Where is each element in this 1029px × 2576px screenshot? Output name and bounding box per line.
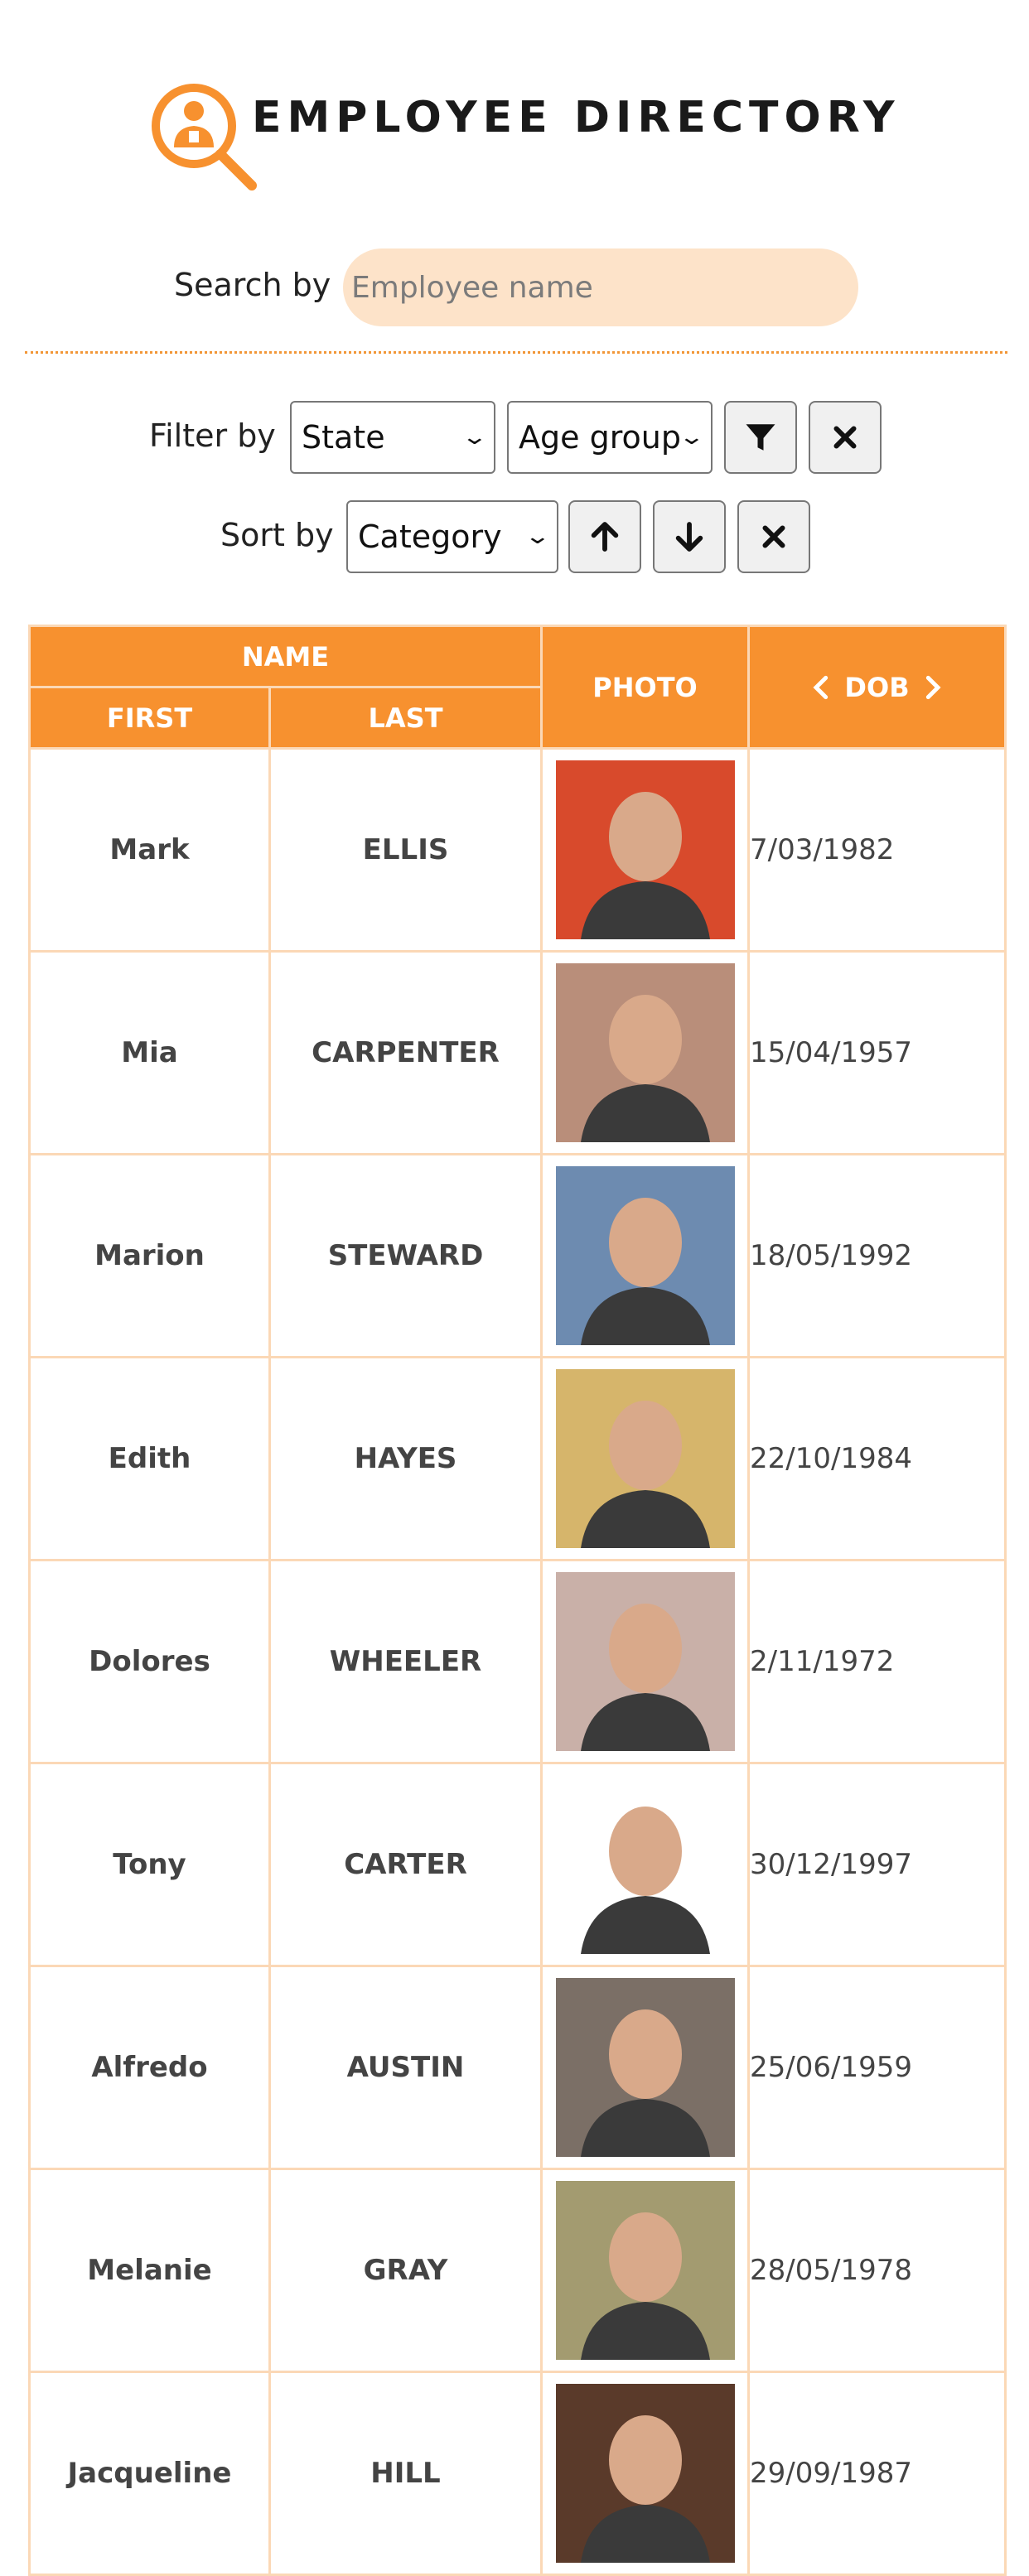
- sort-label: Sort by: [220, 517, 334, 553]
- arrow-up-icon: [591, 522, 619, 552]
- employee-photo: [555, 2181, 735, 2360]
- employee-table: NAME PHOTO DOB FIRST LAST Mark ELLIS 7/03/…: [28, 625, 1007, 2576]
- last-name-cell: CARPENTER: [268, 950, 543, 1155]
- app-title: EMPLOYEE DIRECTORY: [252, 93, 901, 142]
- employee-photo: [555, 1166, 735, 1345]
- last-name-cell: WHEELER: [268, 1559, 543, 1764]
- photo-cell: [540, 1356, 750, 1561]
- first-name-cell: Dolores: [28, 1559, 271, 1764]
- photo-cell: [540, 2168, 750, 2373]
- photo-cell: [540, 1559, 750, 1764]
- first-name-cell: Jacqueline: [28, 2371, 271, 2576]
- employee-photo: [555, 1978, 735, 2157]
- dob-header-label: DOB: [844, 671, 910, 703]
- dob-cell: 29/09/1987: [747, 2371, 1007, 2576]
- table-row[interactable]: Mia CARPENTER 15/04/1957: [28, 950, 1007, 1155]
- last-name-header: LAST: [268, 686, 543, 750]
- photo-cell: [540, 1965, 750, 2170]
- filter-label: Filter by: [149, 417, 276, 454]
- dob-cell: 7/03/1982: [747, 747, 1007, 953]
- chevron-down-icon: ⌄: [678, 425, 706, 450]
- dob-cell: 15/04/1957: [747, 950, 1007, 1155]
- first-name-cell: Mia: [28, 950, 271, 1155]
- arrow-down-icon: [675, 522, 703, 552]
- last-name-cell: CARTER: [268, 1762, 543, 1967]
- sort-ascending-button[interactable]: [568, 500, 641, 573]
- search-input[interactable]: [343, 248, 858, 326]
- last-name-cell: HILL: [268, 2371, 543, 2576]
- first-name-cell: Tony: [28, 1762, 271, 1967]
- dob-cell: 30/12/1997: [747, 1762, 1007, 1967]
- table-row[interactable]: Jacqueline HILL 29/09/1987: [28, 2371, 1007, 2576]
- table-row[interactable]: Alfredo AUSTIN 25/06/1959: [28, 1965, 1007, 2170]
- first-name-cell: Edith: [28, 1356, 271, 1561]
- last-name-cell: HAYES: [268, 1356, 543, 1561]
- chevron-right-icon[interactable]: [925, 675, 943, 700]
- dob-cell: 18/05/1992: [747, 1153, 1007, 1358]
- chevron-left-icon[interactable]: [811, 675, 829, 700]
- table-row[interactable]: Tony CARTER 30/12/1997: [28, 1762, 1007, 1967]
- dob-cell: 22/10/1984: [747, 1356, 1007, 1561]
- last-name-cell: ELLIS: [268, 747, 543, 953]
- last-name-cell: GRAY: [268, 2168, 543, 2373]
- name-header: NAME: [28, 625, 543, 688]
- dob-header[interactable]: DOB: [747, 625, 1007, 750]
- close-icon: [762, 525, 785, 548]
- filter-icon: [746, 424, 775, 451]
- state-select-value: State: [302, 419, 385, 456]
- state-select[interactable]: State ⌄: [290, 401, 495, 474]
- table-row[interactable]: Mark ELLIS 7/03/1982: [28, 747, 1007, 953]
- divider: [25, 351, 1007, 354]
- sort-category-select-value: Category: [358, 519, 502, 555]
- search-label: Search by: [174, 267, 331, 303]
- sort-descending-button[interactable]: [653, 500, 726, 573]
- employee-photo: [555, 760, 735, 939]
- photo-cell: [540, 747, 750, 953]
- photo-cell: [540, 1762, 750, 1967]
- employee-photo: [555, 2384, 735, 2563]
- table-row[interactable]: Edith HAYES 22/10/1984: [28, 1356, 1007, 1561]
- last-name-cell: STEWARD: [268, 1153, 543, 1358]
- photo-cell: [540, 950, 750, 1155]
- employee-photo: [555, 1775, 735, 1954]
- table-row[interactable]: Dolores WHEELER 2/11/1972: [28, 1559, 1007, 1764]
- table-row[interactable]: Melanie GRAY 28/05/1978: [28, 2168, 1007, 2373]
- chevron-down-icon: ⌄: [461, 425, 489, 450]
- chevron-down-icon: ⌄: [524, 524, 552, 549]
- employee-photo: [555, 963, 735, 1142]
- search-bar: Search by: [0, 248, 1029, 326]
- age-group-select-value: Age group: [519, 419, 681, 456]
- close-icon: [833, 426, 857, 449]
- first-name-header: FIRST: [28, 686, 271, 750]
- dob-cell: 25/06/1959: [747, 1965, 1007, 2170]
- first-name-cell: Marion: [28, 1153, 271, 1358]
- photo-header: PHOTO: [540, 625, 750, 750]
- employee-search-logo-icon: [152, 84, 257, 191]
- first-name-cell: Alfredo: [28, 1965, 271, 2170]
- table-row[interactable]: Marion STEWARD 18/05/1992: [28, 1153, 1007, 1358]
- employee-rows: Mark ELLIS 7/03/1982 Mia CARPENTER 15/04/1957…: [28, 747, 1007, 2576]
- photo-cell: [540, 2371, 750, 2576]
- employee-photo: [555, 1572, 735, 1751]
- first-name-cell: Melanie: [28, 2168, 271, 2373]
- clear-sort-button[interactable]: [737, 500, 810, 573]
- first-name-cell: Mark: [28, 747, 271, 953]
- clear-filter-button[interactable]: [809, 401, 882, 474]
- dob-cell: 28/05/1978: [747, 2168, 1007, 2373]
- last-name-cell: AUSTIN: [268, 1965, 543, 2170]
- age-group-select[interactable]: Age group ⌄: [507, 401, 713, 474]
- dob-cell: 2/11/1972: [747, 1559, 1007, 1764]
- sort-category-select[interactable]: Category ⌄: [346, 500, 558, 573]
- apply-filter-button[interactable]: [724, 401, 797, 474]
- photo-cell: [540, 1153, 750, 1358]
- employee-photo: [555, 1369, 735, 1548]
- app-header: EMPLOYEE DIRECTORY: [0, 0, 1029, 215]
